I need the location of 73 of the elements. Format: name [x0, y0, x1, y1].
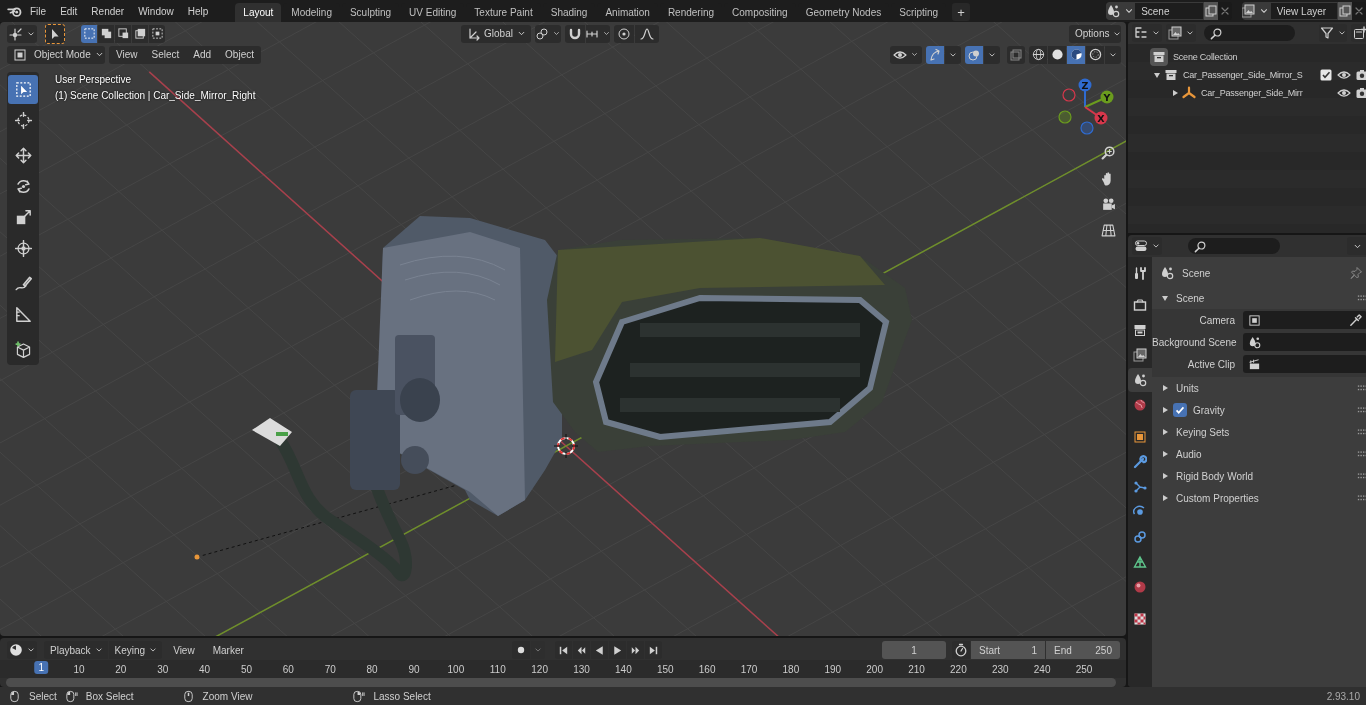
version-label: 2.93.10 [1326, 690, 1360, 702]
axis-handle[interactable]: X [1084, 106, 1108, 125]
current-frame-field[interactable]: 1 [882, 641, 946, 659]
panel-title[interactable]: Scene [1176, 292, 1354, 304]
menu-item[interactable]: View [166, 639, 202, 661]
frame-number: 90 [407, 663, 421, 676]
menu-item[interactable]: Help [180, 0, 216, 22]
view-layer-name-field[interactable]: View Layer [1269, 2, 1338, 20]
workspace-tab[interactable]: Layout [235, 3, 282, 22]
frame-number: 220 [949, 663, 968, 676]
menu-item[interactable]: Marker [205, 639, 251, 661]
status-hint: Select [29, 690, 57, 702]
frame-number: 160 [697, 663, 717, 676]
frame-number: 180 [781, 663, 801, 676]
frame-number: 130 [572, 663, 591, 676]
status-hint: Lasso Select [373, 690, 431, 702]
frame-number: 200 [865, 663, 884, 676]
options-dropdown[interactable]: Options [1069, 24, 1121, 43]
panel-title[interactable]: Gravity [1193, 404, 1354, 416]
active-object-label: (1) Scene Collection | Car_Side_Mirror_Right [55, 90, 256, 101]
frame-number: 10 [72, 663, 86, 676]
frame-number: 230 [990, 663, 1010, 676]
menu-item[interactable]: Window [131, 0, 181, 22]
status-hint: Zoom View [202, 690, 253, 702]
frame-number: 190 [823, 663, 843, 676]
outliner-item[interactable]: Scene Collection [1173, 52, 1366, 62]
frame-number: 40 [198, 663, 212, 676]
orientation-dropdown[interactable]: Global [461, 24, 531, 43]
menu-item[interactable]: View [109, 45, 145, 64]
mode-dropdown[interactable]: Object Mode [7, 45, 105, 64]
scene-name-field[interactable]: Scene [1134, 2, 1204, 20]
panel-title[interactable]: Audio [1176, 448, 1354, 460]
field-label: Active Clip [1186, 358, 1235, 370]
current-frame-marker: 1 [34, 661, 49, 674]
menu-item[interactable]: Object [218, 45, 261, 64]
axis-handle[interactable]: Z [1078, 78, 1092, 108]
frame-number: 30 [156, 663, 170, 676]
frame-number: 50 [239, 663, 254, 676]
timeline-dropdown[interactable]: Playback [44, 641, 108, 659]
frame-number: 110 [488, 663, 507, 676]
frame-number: 100 [446, 663, 466, 676]
menu-item[interactable]: Render [84, 0, 132, 22]
frame-number: 60 [281, 663, 295, 676]
frame-number: 150 [655, 663, 675, 676]
frame-number: 140 [614, 663, 633, 676]
axis-handle[interactable]: Y [1084, 90, 1114, 108]
frame-number: 20 [114, 663, 128, 676]
menu-item[interactable]: Add [186, 45, 219, 64]
end-frame-field[interactable]: End 250 [1046, 641, 1120, 659]
frame-number: 70 [323, 663, 337, 676]
field-label: Camera [1198, 314, 1235, 326]
menu-item[interactable]: Edit [53, 0, 85, 22]
add-workspace-button[interactable]: + [952, 3, 971, 21]
frame-number: 210 [907, 663, 926, 676]
frame-number: 80 [365, 663, 379, 676]
menu-item[interactable]: Select [144, 45, 187, 64]
status-hint: Box Select [85, 690, 134, 702]
context-label: Scene [1182, 267, 1212, 279]
outliner-item[interactable]: Car_Passenger_Side_Mirror_S [1183, 70, 1319, 80]
panel-title[interactable]: Keying Sets [1176, 426, 1354, 438]
panel-title[interactable]: Units [1176, 382, 1354, 394]
frame-number: 240 [1032, 663, 1052, 676]
panel-title[interactable]: Rigid Body World [1176, 470, 1354, 482]
field-label: Background Scene [1152, 336, 1235, 348]
view-name-label: User Perspective [55, 74, 133, 85]
outliner-item[interactable]: Car_Passenger_Side_Mirr [1201, 88, 1333, 98]
frame-number: 170 [739, 663, 759, 676]
start-frame-field[interactable]: Start 1 [971, 641, 1045, 659]
panel-title[interactable]: Custom Properties [1176, 492, 1354, 504]
menu-item[interactable]: File [23, 0, 54, 22]
frame-number: 250 [1074, 663, 1094, 676]
frame-number: 120 [530, 663, 549, 676]
timeline-dropdown[interactable]: Keying [108, 641, 163, 659]
